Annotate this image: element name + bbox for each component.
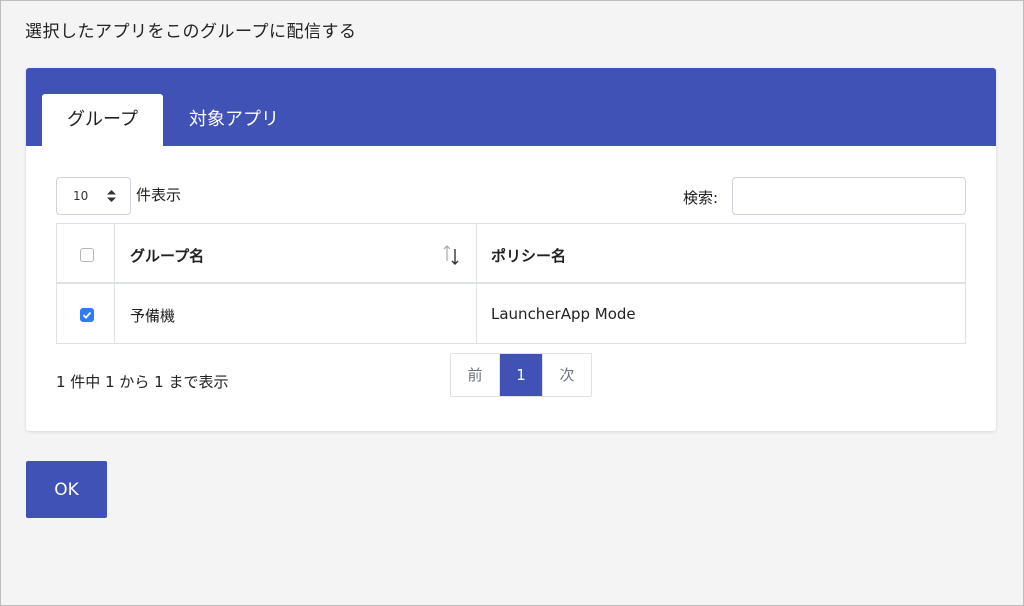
pagination-prev[interactable]: 前 <box>451 354 500 396</box>
column-header-group-name[interactable]: グループ名 <box>130 245 204 266</box>
dialog-frame: 選択したアプリをこのグループに配信する グループ 対象アプリ 10 件表示 検索… <box>0 0 1024 606</box>
search-input[interactable] <box>732 177 966 215</box>
card-header: グループ 対象アプリ <box>26 68 996 146</box>
page-length-value: 10 <box>73 189 89 203</box>
pagination-next[interactable]: 次 <box>542 354 591 396</box>
column-header-policy-name[interactable]: ポリシー名 <box>491 245 566 266</box>
pagination-page-1[interactable]: 1 <box>500 354 542 396</box>
checkmark-icon <box>82 311 92 319</box>
selection-card: グループ 対象アプリ 10 件表示 検索: グループ名 ポリシー名 予備機 La… <box>26 68 996 431</box>
ok-button[interactable]: OK <box>26 461 107 518</box>
select-arrows-icon <box>107 190 116 202</box>
group-name-cell: 予備機 <box>130 307 176 325</box>
page-title: 選択したアプリをこのグループに配信する <box>25 22 357 42</box>
sort-icon[interactable] <box>442 243 460 267</box>
column-divider <box>476 224 477 343</box>
header-divider <box>57 282 965 284</box>
page-length-label: 件表示 <box>136 186 182 204</box>
row-checkbox[interactable] <box>80 308 94 322</box>
pagination: 前 1 次 <box>450 353 592 397</box>
select-all-checkbox[interactable] <box>80 248 94 262</box>
table-info: 1 件中 1 から 1 まで表示 <box>56 373 229 391</box>
tab-target-apps[interactable]: 対象アプリ <box>174 94 294 146</box>
policy-name-cell: LauncherApp Mode <box>491 305 636 323</box>
column-divider <box>114 224 115 343</box>
page-length-select[interactable]: 10 <box>56 177 131 215</box>
groups-table: グループ名 ポリシー名 予備機 LauncherApp Mode <box>56 223 966 344</box>
search-label: 検索: <box>683 189 719 207</box>
tab-group[interactable]: グループ <box>42 94 163 146</box>
